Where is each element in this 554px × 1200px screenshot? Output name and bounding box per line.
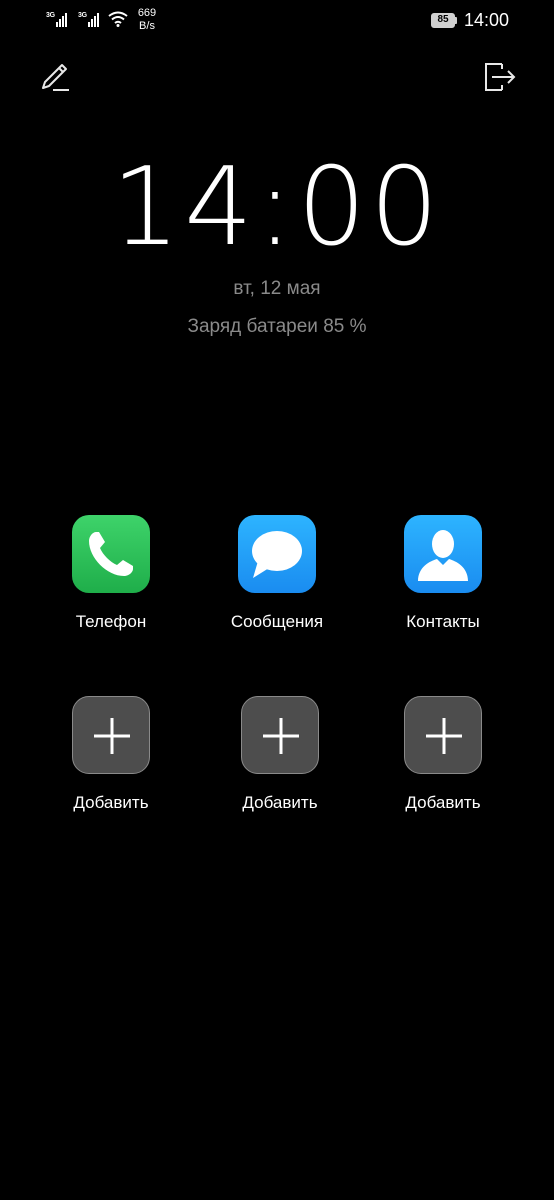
app-label: Контакты	[406, 612, 480, 631]
app-label: Телефон	[75, 612, 147, 631]
battery-level: 85	[437, 14, 449, 25]
battery-icon: 85	[431, 13, 455, 28]
plus-icon	[426, 718, 462, 754]
add-shortcut-slot[interactable]: Добавить	[46, 696, 176, 813]
network-type-label: 3G	[78, 12, 87, 19]
plus-icon	[263, 718, 299, 754]
lockscreen-date: вт, 12 мая	[233, 278, 321, 299]
app-label: Сообщения	[230, 612, 324, 631]
app-phone[interactable]: Телефон	[46, 515, 176, 632]
pencil-icon	[42, 64, 69, 91]
contact-person-icon	[418, 530, 468, 581]
network-type-label: 3G	[46, 12, 55, 19]
lockscreen-clock: 14:00	[111, 145, 443, 270]
add-label: Добавить	[73, 793, 149, 812]
message-bubble-icon	[252, 531, 302, 578]
battery-tip	[455, 17, 457, 24]
add-shortcut-slot[interactable]: Добавить	[378, 696, 508, 813]
add-label: Добавить	[242, 793, 318, 812]
status-time: 14:00	[464, 10, 510, 30]
battery-status-text: Заряд батареи 85 %	[187, 316, 367, 337]
status-bar: 3G 3G 669 B/s 85 14:00	[0, 0, 554, 40]
plus-icon	[94, 718, 130, 754]
edit-button[interactable]	[38, 62, 72, 96]
network-speed-unit: B/s	[139, 20, 155, 32]
wifi-icon	[108, 11, 128, 32]
add-shortcut-slot[interactable]: Добавить	[215, 696, 345, 813]
add-shortcut-button[interactable]	[72, 696, 150, 774]
add-shortcut-button[interactable]	[241, 696, 319, 774]
phone-icon	[89, 532, 133, 576]
app-messages[interactable]: Сообщения	[212, 515, 342, 632]
network-speed: 669 B/s	[134, 7, 160, 33]
messages-app-icon[interactable]	[238, 515, 316, 593]
add-label: Добавить	[405, 793, 481, 812]
app-contacts[interactable]: Контакты	[378, 515, 508, 632]
network-speed-value: 669	[137, 7, 157, 19]
exit-button[interactable]	[482, 58, 518, 94]
exit-icon	[485, 63, 516, 91]
contacts-app-icon[interactable]	[404, 515, 482, 593]
phone-app-icon[interactable]	[72, 515, 150, 593]
add-shortcut-button[interactable]	[404, 696, 482, 774]
